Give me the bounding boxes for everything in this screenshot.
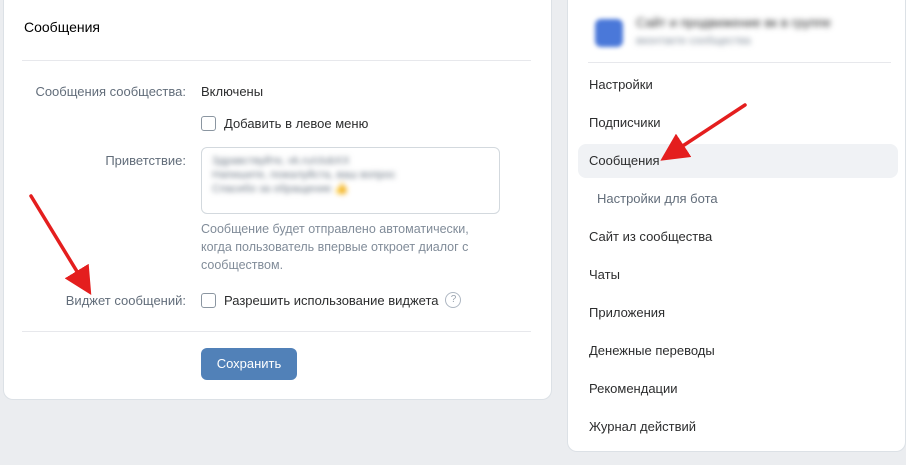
add-to-menu-label[interactable]: Добавить в левое меню <box>224 116 368 131</box>
menu-item-subscribers[interactable]: Подписчики <box>578 106 898 140</box>
messages-value[interactable]: Включены <box>201 84 263 99</box>
messages-settings-card: Сообщения Сообщения сообщества: Включены… <box>3 0 552 400</box>
community-name[interactable]: Сайт и продвижение вк в группе <box>636 15 856 30</box>
menu-item-messages[interactable]: Сообщения <box>578 144 898 178</box>
menu-item-settings[interactable]: Настройки <box>578 68 898 102</box>
add-to-menu-row[interactable]: Добавить в левое меню <box>201 116 368 131</box>
question-icon[interactable]: ? <box>445 292 462 308</box>
page-title: Сообщения <box>24 19 100 35</box>
divider <box>588 62 891 63</box>
community-subtitle: вконтакте сообщества <box>636 35 751 47</box>
greeting-textarea[interactable]: Здравствуйте, vk.ru/clubXX Напишите, пож… <box>201 147 500 214</box>
messages-label: Сообщения сообщества: <box>35 84 186 99</box>
widget-label: Виджет сообщений: <box>65 293 186 308</box>
greeting-hint: Сообщение будет отправлено автоматически… <box>201 222 469 272</box>
greeting-label: Приветствие: <box>105 153 186 168</box>
save-button[interactable]: Сохранить <box>201 348 297 380</box>
widget-checkbox[interactable] <box>201 292 216 308</box>
menu-item-recommendations[interactable]: Рекомендации <box>578 372 898 406</box>
menu-item-money-transfers[interactable]: Денежные переводы <box>578 334 898 368</box>
widget-row[interactable]: Разрешить использование виджета ? <box>201 292 462 308</box>
menu-item-chats[interactable]: Чаты <box>578 258 898 292</box>
add-to-menu-checkbox[interactable] <box>201 116 216 131</box>
greeting-text: Здравствуйте, vk.ru/clubXX Напишите, пож… <box>212 155 396 195</box>
menu-item-action-log[interactable]: Журнал действий <box>578 410 898 444</box>
menu-item-community-site[interactable]: Сайт из сообщества <box>578 220 898 254</box>
community-avatar[interactable] <box>595 19 623 47</box>
community-management-menu: Сайт и продвижение вк в группе вконтакте… <box>567 0 906 452</box>
divider <box>22 331 531 332</box>
divider <box>22 60 531 61</box>
menu-item-bot-settings[interactable]: Настройки для бота <box>578 182 898 216</box>
widget-checkbox-label[interactable]: Разрешить использование виджета <box>224 293 438 308</box>
menu-item-apps[interactable]: Приложения <box>578 296 898 330</box>
